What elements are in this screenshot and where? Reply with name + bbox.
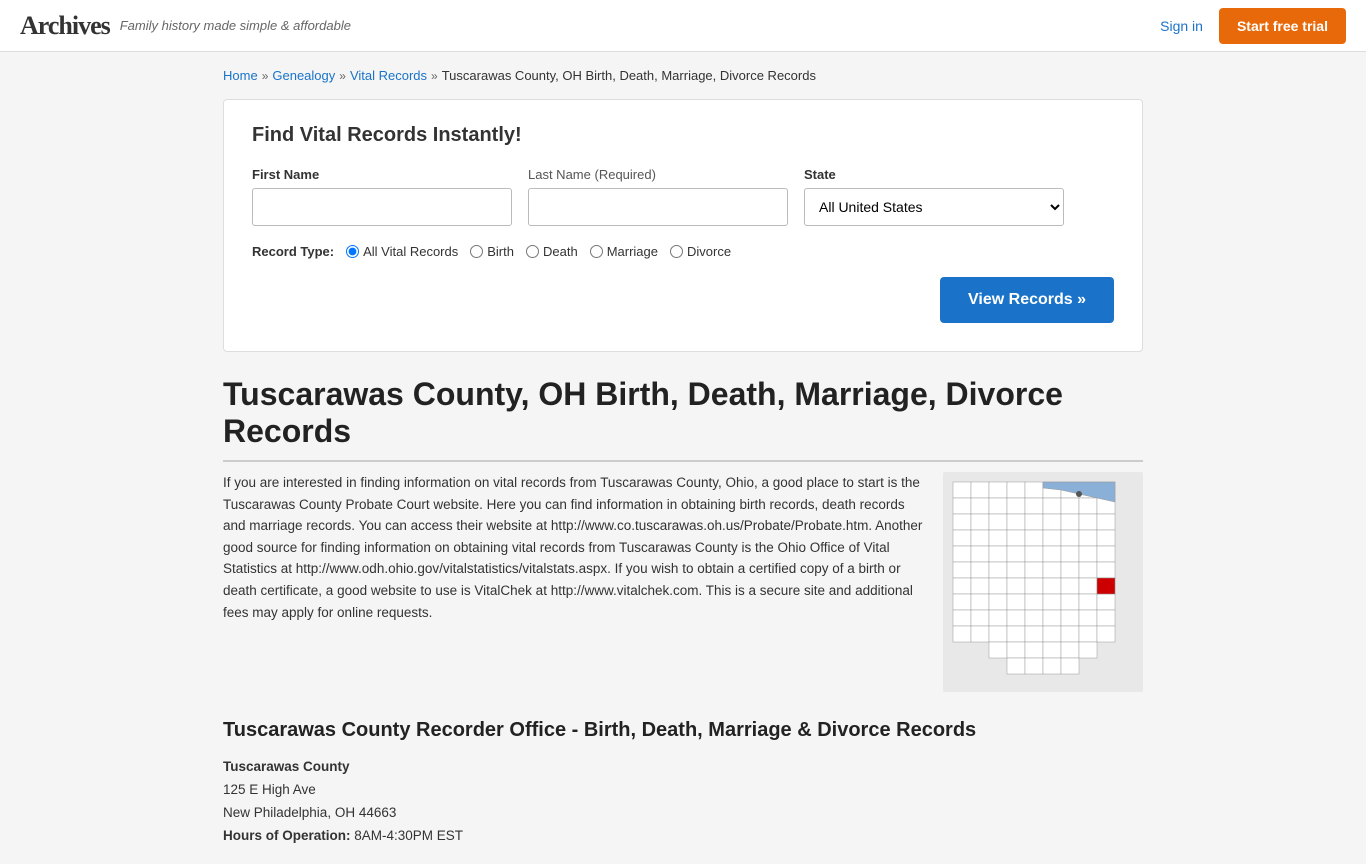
search-btn-row: View Records » xyxy=(252,277,1114,323)
state-group: State All United States Ohio xyxy=(804,167,1064,226)
record-type-marriage-label: Marriage xyxy=(607,244,658,259)
record-type-marriage[interactable]: Marriage xyxy=(590,244,658,259)
intro-paragraph: If you are interested in finding informa… xyxy=(223,472,923,623)
record-type-divorce[interactable]: Divorce xyxy=(670,244,731,259)
site-tagline: Family history made simple & affordable xyxy=(120,18,351,33)
breadcrumb-current: Tuscarawas County, OH Birth, Death, Marr… xyxy=(442,68,816,83)
record-type-all-label: All Vital Records xyxy=(363,244,458,259)
breadcrumb-sep1: » xyxy=(262,69,269,83)
view-records-button[interactable]: View Records » xyxy=(940,277,1114,323)
hours-label: Hours of Operation: xyxy=(223,828,351,843)
record-type-death-radio[interactable] xyxy=(526,245,539,258)
state-label: State xyxy=(804,167,1064,182)
header-right: Sign in Start free trial xyxy=(1160,8,1346,44)
last-name-group: Last Name (Required) xyxy=(528,167,788,226)
record-type-birth[interactable]: Birth xyxy=(470,244,514,259)
content-text: If you are interested in finding informa… xyxy=(223,472,923,695)
record-type-death[interactable]: Death xyxy=(526,244,578,259)
record-type-all-radio[interactable] xyxy=(346,245,359,258)
breadcrumb: Home » Genealogy » Vital Records » Tusca… xyxy=(223,68,1143,83)
record-type-divorce-label: Divorce xyxy=(687,244,731,259)
search-box: Find Vital Records Instantly! First Name… xyxy=(223,99,1143,352)
record-type-all[interactable]: All Vital Records xyxy=(346,244,458,259)
site-logo: Archives xyxy=(20,11,110,41)
site-header: Archives Family history made simple & af… xyxy=(0,0,1366,52)
search-fields: First Name Last Name (Required) State Al… xyxy=(252,167,1114,226)
start-trial-button[interactable]: Start free trial xyxy=(1219,8,1346,44)
address-line1: 125 E High Ave xyxy=(223,779,1143,802)
record-type-row: Record Type: All Vital Records Birth Dea… xyxy=(252,244,1114,259)
breadcrumb-home[interactable]: Home xyxy=(223,68,258,83)
record-type-death-label: Death xyxy=(543,244,578,259)
hours-value: 8AM-4:30PM EST xyxy=(354,828,463,843)
address-block: Tuscarawas County 125 E High Ave New Phi… xyxy=(223,756,1143,848)
record-type-marriage-radio[interactable] xyxy=(590,245,603,258)
main-content: Home » Genealogy » Vital Records » Tusca… xyxy=(203,52,1163,864)
breadcrumb-sep2: » xyxy=(339,69,346,83)
recorder-section-heading: Tuscarawas County Recorder Office - Birt… xyxy=(223,719,1143,742)
breadcrumb-genealogy[interactable]: Genealogy xyxy=(272,68,335,83)
record-type-label: Record Type: xyxy=(252,244,334,259)
header-left: Archives Family history made simple & af… xyxy=(20,11,351,41)
state-select[interactable]: All United States Ohio xyxy=(804,188,1064,226)
record-type-divorce-radio[interactable] xyxy=(670,245,683,258)
first-name-input[interactable] xyxy=(252,188,512,226)
content-section: If you are interested in finding informa… xyxy=(223,472,1143,695)
record-type-birth-label: Birth xyxy=(487,244,514,259)
record-type-birth-radio[interactable] xyxy=(470,245,483,258)
page-title: Tuscarawas County, OH Birth, Death, Marr… xyxy=(223,376,1143,462)
last-name-input[interactable] xyxy=(528,188,788,226)
sign-in-link[interactable]: Sign in xyxy=(1160,18,1203,34)
first-name-group: First Name xyxy=(252,167,512,226)
breadcrumb-vital-records[interactable]: Vital Records xyxy=(350,68,427,83)
ohio-map xyxy=(943,472,1143,695)
search-title: Find Vital Records Instantly! xyxy=(252,124,1114,147)
county-name: Tuscarawas County xyxy=(223,756,1143,779)
breadcrumb-sep3: » xyxy=(431,69,438,83)
address-line2: New Philadelphia, OH 44663 xyxy=(223,802,1143,825)
hours-of-operation: Hours of Operation: 8AM-4:30PM EST xyxy=(223,825,1143,848)
first-name-label: First Name xyxy=(252,167,512,182)
last-name-label: Last Name (Required) xyxy=(528,167,788,182)
ohio-map-svg xyxy=(943,472,1143,692)
